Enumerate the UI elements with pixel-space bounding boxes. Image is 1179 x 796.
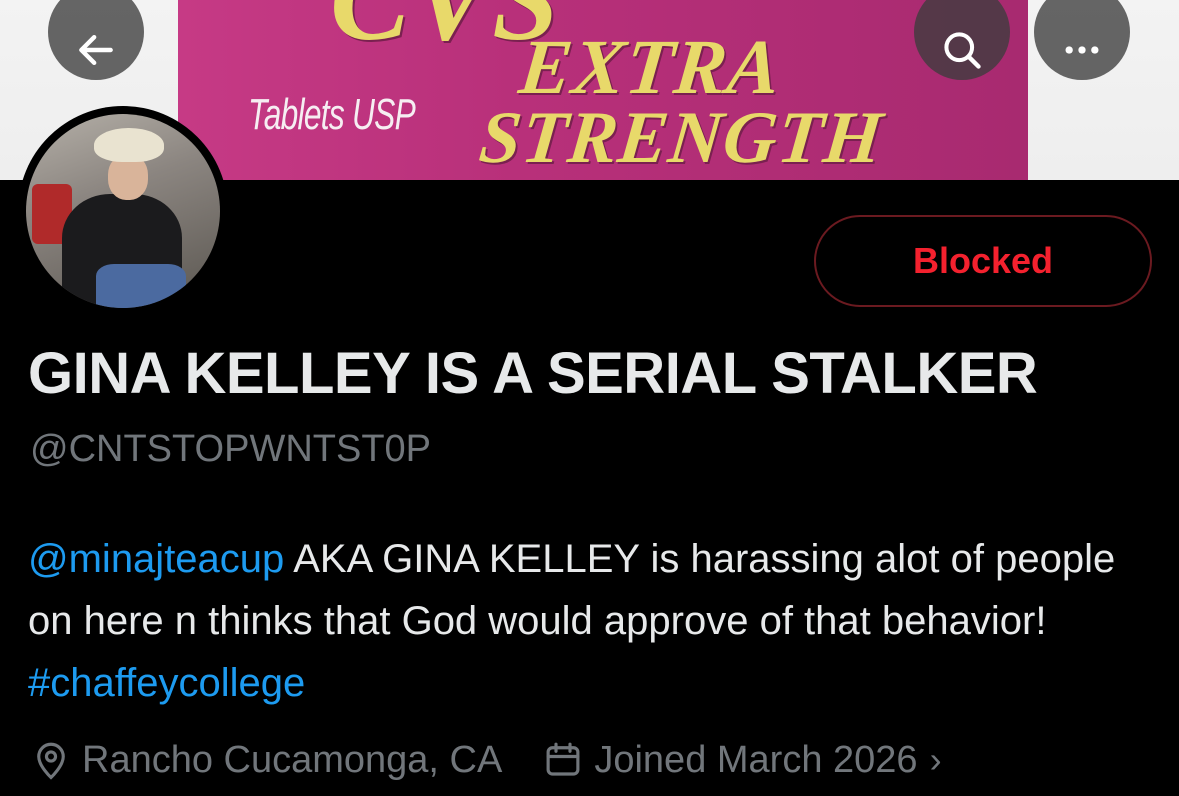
avatar[interactable] — [18, 106, 228, 316]
bio-hashtag-link[interactable]: #chaffeycollege — [28, 661, 305, 705]
location-pin-icon — [37, 742, 65, 780]
joined-item[interactable]: Joined March 2026 › — [542, 738, 942, 782]
banner-text-tablets: Tablets USP — [248, 90, 416, 139]
arrow-left-icon — [79, 34, 113, 66]
calendar-icon — [546, 742, 580, 776]
display-name: GINA KELLEY IS A SERIAL STALKER — [28, 341, 1038, 406]
location-text: Rancho Cucamonga, CA — [82, 738, 503, 781]
location-item: Rancho Cucamonga, CA — [30, 739, 502, 782]
user-handle: @CNTSTOPWNTST0P — [30, 428, 432, 470]
avatar-photo — [26, 114, 220, 308]
chevron-right-icon: › — [929, 739, 942, 780]
banner-text-strength: STRENGTH — [475, 97, 888, 179]
more-horizontal-icon — [1065, 46, 1099, 54]
joined-text: Joined March 2026 — [594, 738, 918, 781]
bio-mention-link[interactable]: @minajteacup — [28, 537, 284, 581]
blocked-button[interactable]: Blocked — [814, 215, 1152, 307]
profile-meta: Rancho Cucamonga, CA Joined March 2026 › — [30, 730, 982, 790]
profile-bio: @minajteacup AKA GINA KELLEY is harassin… — [28, 528, 1158, 714]
search-icon — [944, 32, 981, 69]
